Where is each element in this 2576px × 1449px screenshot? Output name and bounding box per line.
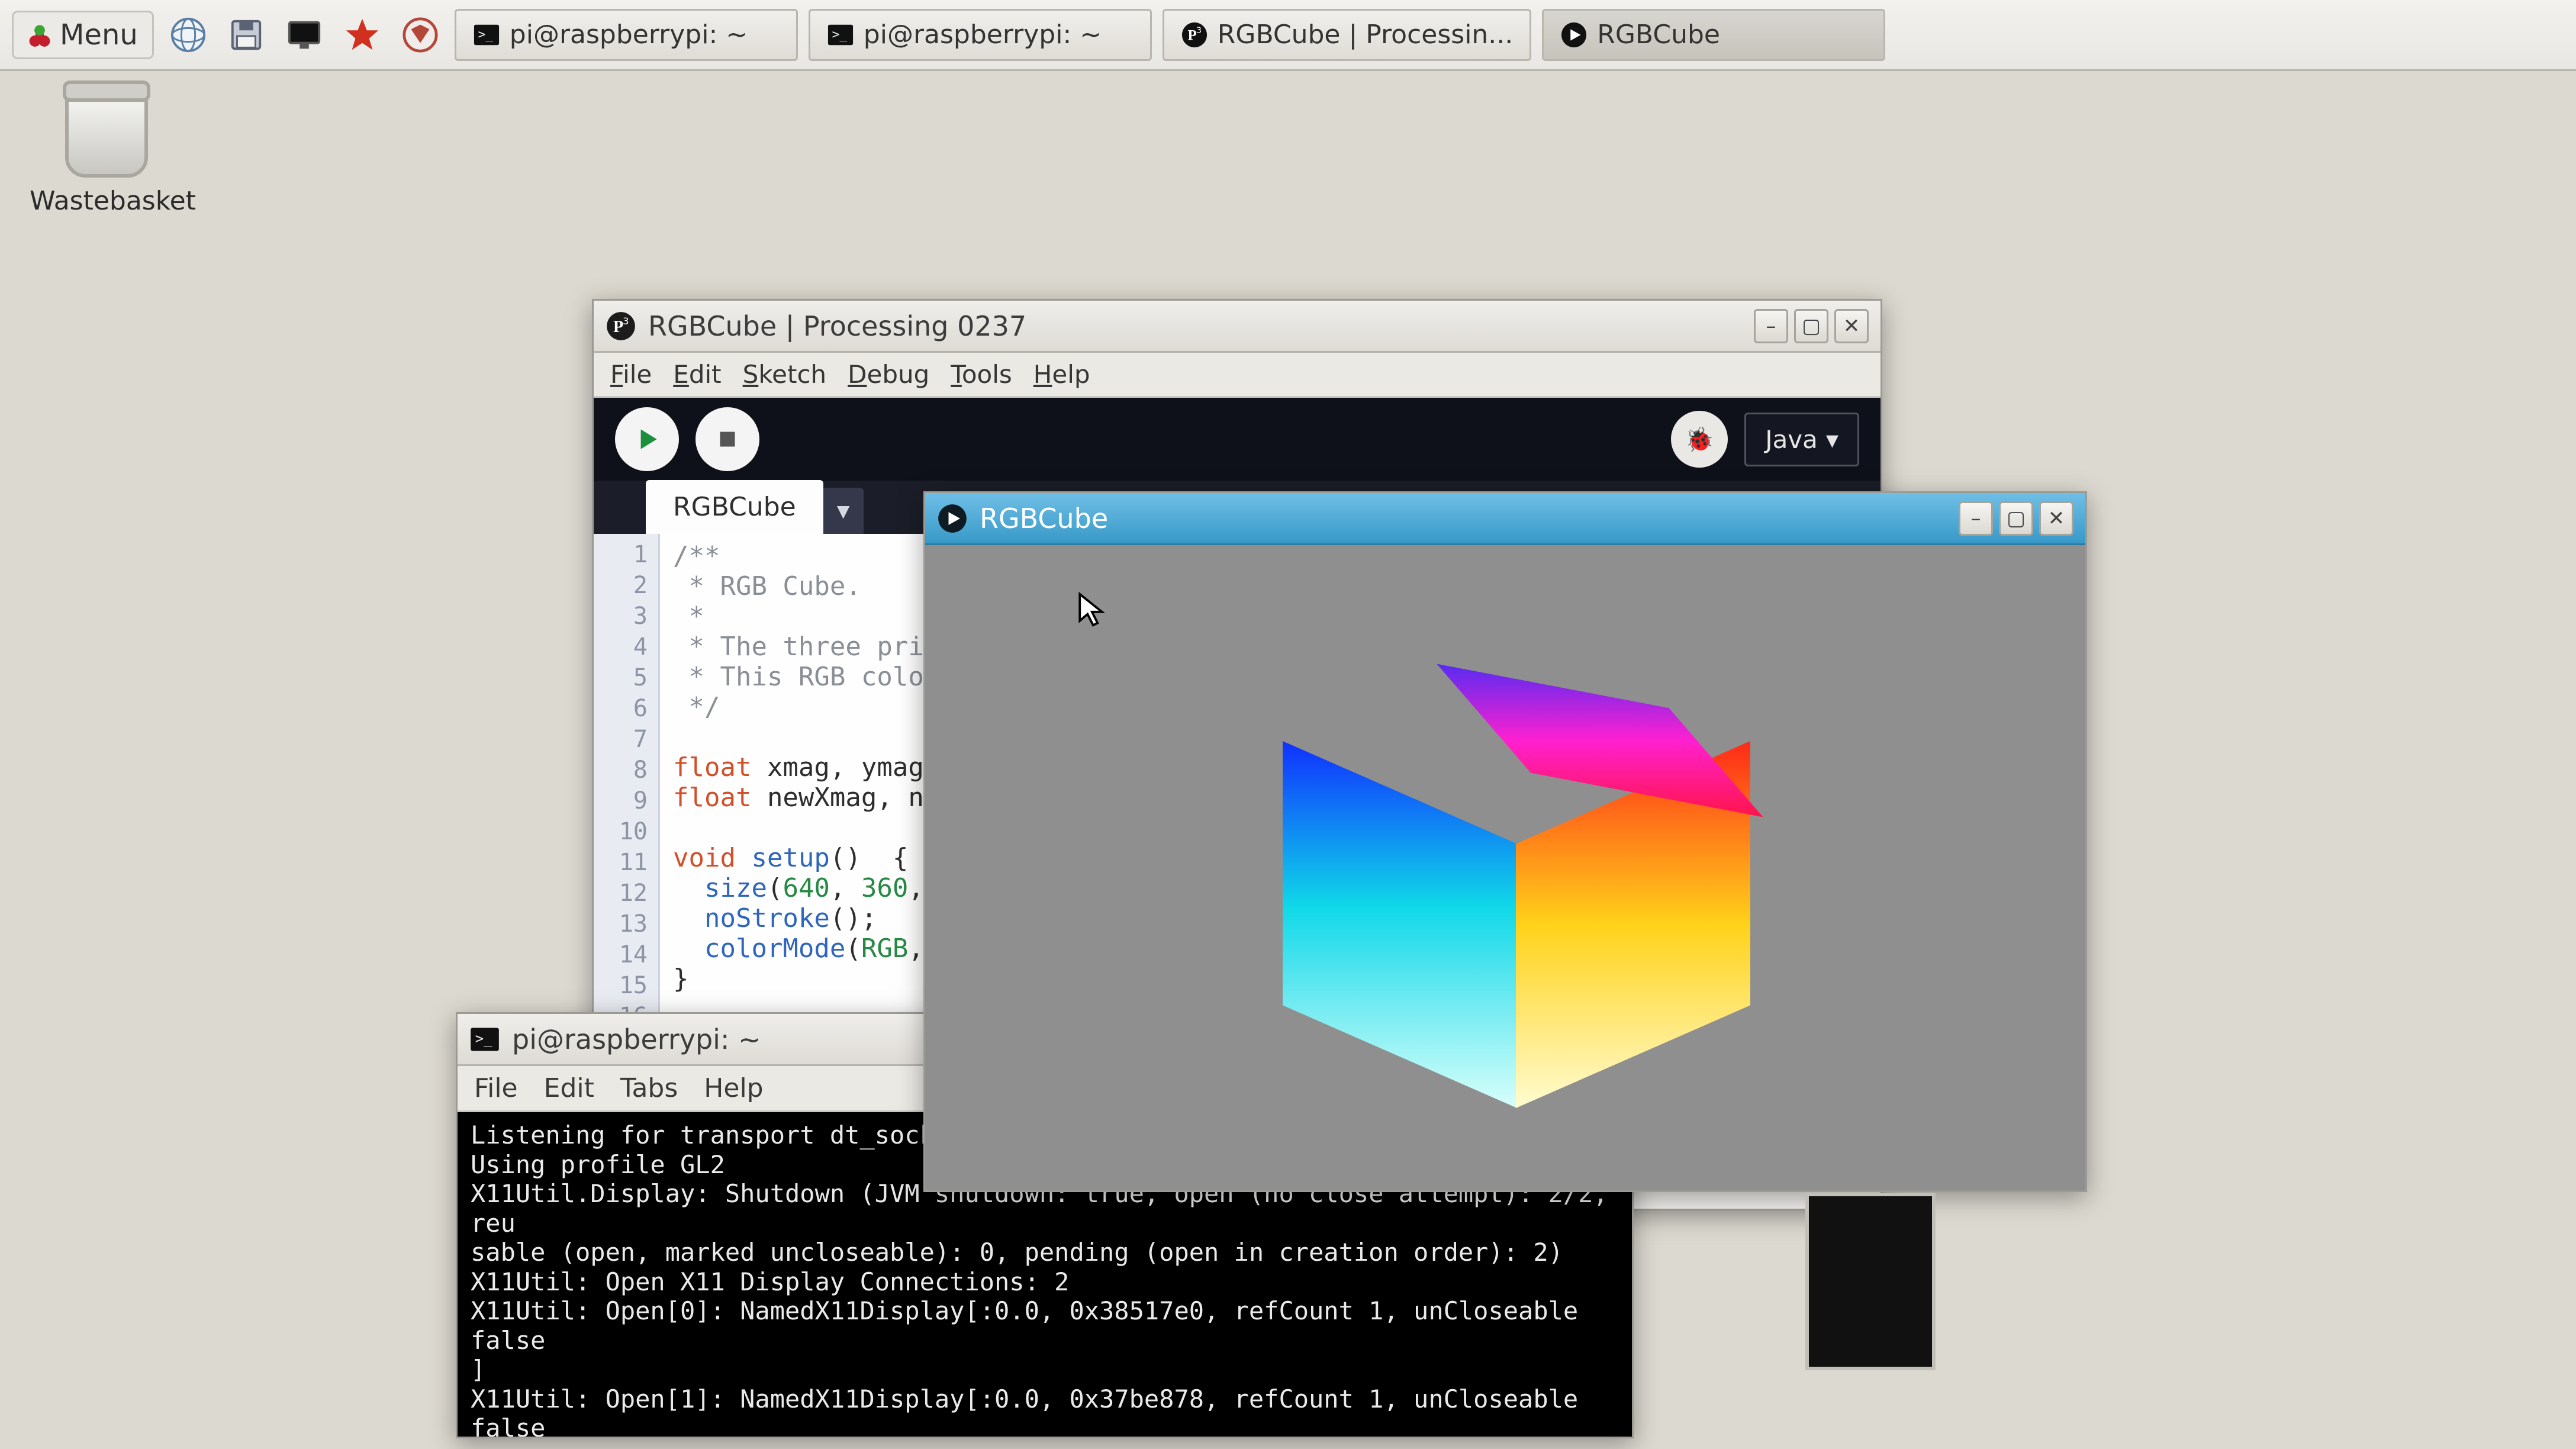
terminal-icon: >_	[469, 1024, 500, 1055]
window-title: RGBCube	[980, 503, 1947, 534]
background-aux-window	[1805, 1193, 1936, 1370]
play-circle-icon	[1560, 21, 1588, 49]
trash-bin-icon	[65, 89, 148, 178]
menu-debug[interactable]: Debug	[848, 360, 929, 389]
save-launcher[interactable]	[223, 11, 270, 59]
desktop-icon-wastebasket[interactable]: Wastebasket	[30, 89, 183, 216]
wolfram-launcher[interactable]	[397, 11, 444, 59]
rgb-cube-graphic	[1263, 643, 1748, 1128]
svg-text:3: 3	[1196, 26, 1202, 36]
play-icon	[632, 424, 662, 454]
stop-icon	[713, 424, 742, 454]
menu-help[interactable]: Help	[704, 1073, 763, 1103]
svg-text:P: P	[613, 317, 623, 336]
code-tab-rgbcube[interactable]: RGBCube	[646, 480, 823, 534]
wolf-head-icon	[402, 17, 439, 53]
web-browser-launcher[interactable]	[165, 11, 212, 59]
svg-text:>_: >_	[832, 26, 847, 41]
taskbar: Menu >_ pi@rasp	[0, 0, 2576, 71]
start-menu-label: Menu	[60, 18, 138, 51]
play-circle-icon	[937, 503, 968, 534]
window-titlebar[interactable]: P3 RGBCube | Processing 0237 – ▢ ✕	[594, 301, 1881, 353]
svg-text:>_: >_	[478, 26, 493, 41]
processing-icon: P3	[606, 311, 636, 342]
stop-button[interactable]	[695, 407, 759, 471]
menu-help[interactable]: Help	[1033, 360, 1090, 389]
task-label: RGBCube	[1597, 20, 1720, 50]
taskbar-task-rgbcube-sketch[interactable]: RGBCube	[1542, 9, 1885, 61]
sketch-output-window: RGBCube – ▢ ✕	[923, 491, 2087, 1192]
minimize-button[interactable]: –	[1754, 309, 1788, 343]
window-title: RGBCube | Processing 0237	[648, 310, 1742, 342]
menu-file[interactable]: File	[474, 1073, 518, 1103]
maximize-button[interactable]: ▢	[1794, 309, 1828, 343]
taskbar-task-terminal-2[interactable]: >_ pi@raspberrypi: ~	[809, 9, 1152, 61]
svg-text:3: 3	[623, 315, 629, 326]
run-button[interactable]	[615, 407, 679, 471]
desktop-icon-label: Wastebasket	[30, 186, 183, 216]
window-titlebar[interactable]: RGBCube – ▢ ✕	[925, 493, 2085, 545]
ide-menubar: File Edit Sketch Debug Tools Help	[594, 353, 1881, 398]
maximize-button[interactable]: ▢	[1999, 501, 2033, 536]
monitor-launcher[interactable]	[281, 11, 328, 59]
menu-sketch[interactable]: Sketch	[743, 360, 827, 389]
task-label: RGBCube | Processin...	[1218, 20, 1513, 50]
menu-edit[interactable]: Edit	[673, 360, 721, 389]
menu-tools[interactable]: Tools	[951, 360, 1012, 389]
bug-icon: 🐞	[1685, 426, 1714, 453]
debugger-button[interactable]: 🐞	[1671, 411, 1728, 468]
taskbar-task-terminal-1[interactable]: >_ pi@raspberrypi: ~	[455, 9, 798, 61]
spiky-star-icon	[344, 17, 381, 53]
minimize-button[interactable]: –	[1959, 501, 1993, 536]
task-label: pi@raspberrypi: ~	[864, 20, 1102, 50]
mode-label: Java	[1765, 425, 1818, 454]
task-label: pi@raspberrypi: ~	[510, 20, 748, 50]
close-button[interactable]: ✕	[2039, 501, 2073, 536]
mode-dropdown[interactable]: Java ▾	[1744, 413, 1859, 466]
monitor-icon	[286, 17, 323, 53]
close-button[interactable]: ✕	[1834, 309, 1869, 343]
tab-dropdown-button[interactable]: ▼	[823, 488, 864, 534]
processing-icon: P3	[1181, 21, 1208, 49]
sketch-canvas[interactable]	[925, 545, 2085, 1190]
svg-text:P: P	[1187, 27, 1196, 43]
raspberry-pi-icon	[28, 20, 51, 50]
floppy-disk-icon	[228, 17, 265, 53]
menu-edit[interactable]: Edit	[544, 1073, 594, 1103]
menu-file[interactable]: File	[610, 360, 652, 389]
terminal-icon: >_	[827, 21, 854, 49]
tab-label: RGBCube	[673, 492, 796, 522]
globe-icon	[170, 17, 207, 53]
taskbar-task-processing[interactable]: P3 RGBCube | Processin...	[1163, 9, 1531, 61]
terminal-icon: >_	[473, 21, 500, 49]
start-menu-button[interactable]: Menu	[12, 11, 154, 59]
svg-text:>_: >_	[475, 1030, 492, 1046]
mathematica-launcher[interactable]	[339, 11, 386, 59]
menu-tabs[interactable]: Tabs	[620, 1073, 678, 1103]
chevron-down-icon: ▾	[1826, 425, 1838, 454]
ide-toolbar: 🐞 Java ▾	[594, 398, 1881, 481]
